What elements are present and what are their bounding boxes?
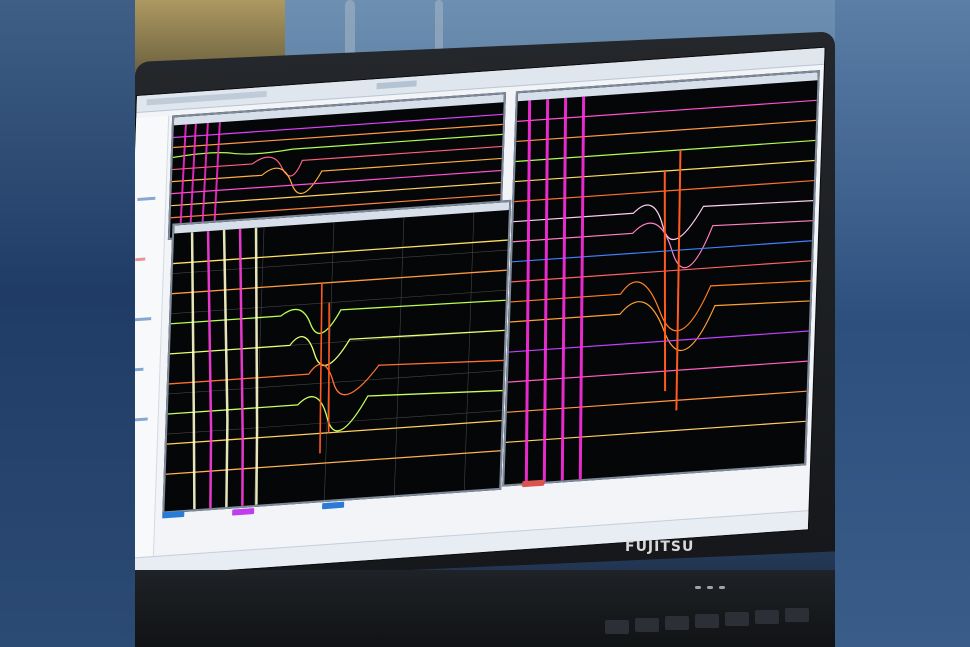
blurred-background-right	[835, 0, 970, 647]
laptop-brand-logo: FUJITSU	[625, 539, 695, 555]
waveform-panel-main	[162, 199, 512, 514]
waveform-traces	[165, 212, 508, 510]
channel-badge	[522, 479, 545, 488]
laptop-photo: FUJITSU	[135, 0, 835, 647]
laptop-screen	[135, 47, 825, 578]
channel-badge	[322, 501, 345, 510]
keyboard-base	[135, 570, 835, 647]
channel-badge	[232, 508, 255, 516]
waveform-panel-right	[502, 70, 820, 487]
waveform-traces	[505, 96, 817, 484]
channel-badge	[162, 510, 185, 519]
blurred-background-left	[0, 0, 135, 647]
